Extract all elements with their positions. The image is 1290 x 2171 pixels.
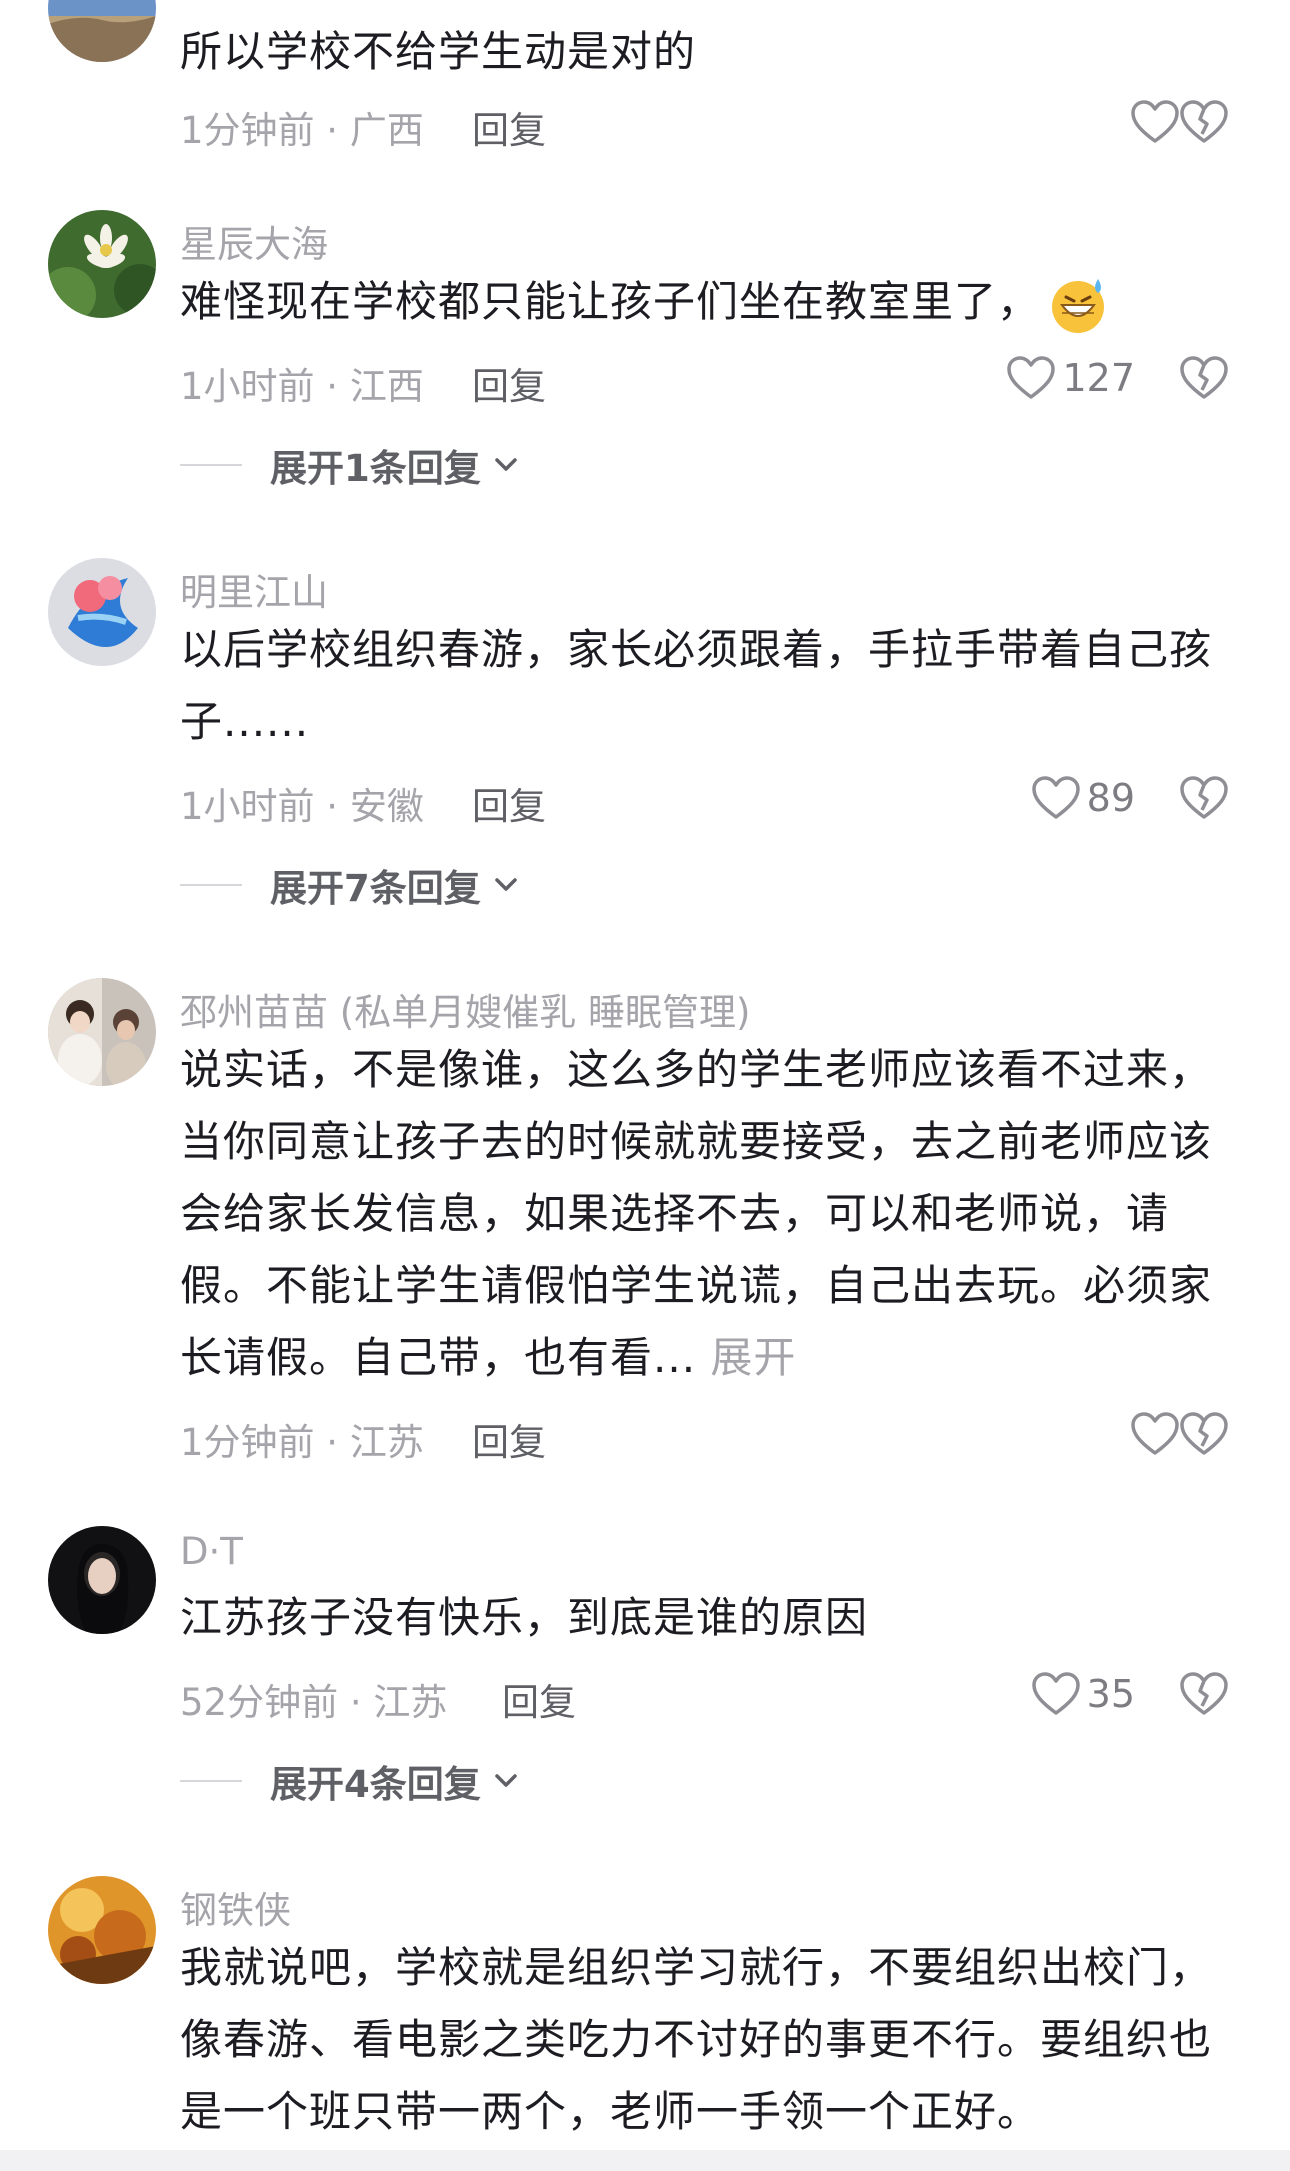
comment-text-body: 难怪现在学校都只能让孩子们坐在教室里了， (180, 277, 1041, 326)
comment-username[interactable]: 明里江山 (180, 562, 328, 616)
comment-text-body: 说实话，不是像谁，这么多的学生老师应该看不过来，当你同意让孩子去的时候就就要接受… (180, 1045, 1213, 1382)
reply-button[interactable]: 回复 (472, 1412, 546, 1466)
comment-username[interactable]: D·T (180, 1530, 243, 1573)
grinning-sweat-emoji (1048, 275, 1108, 335)
chevron-down-icon (495, 878, 517, 891)
broken-heart-icon (1180, 1672, 1228, 1715)
like-count: 127 (1062, 356, 1135, 400)
comment-text: 所以学校不给学生动是对的 (180, 27, 697, 76)
comment-location: 江西 (349, 365, 424, 408)
broken-heart-icon (1180, 776, 1228, 819)
comment-username[interactable]: 邳州苗苗 (私单月嫂催乳 睡眠管理) (180, 982, 750, 1036)
comment-time: 52分钟前 (180, 1681, 339, 1724)
comment-time: 1分钟前 (180, 109, 315, 152)
comment-text: 我就说吧，学校就是组织学习就行，不要组织出校门，像春游、看电影之类吃力不讨好的事… (180, 1943, 1213, 2136)
comment-meta: 52分钟前 · 江苏 (180, 1672, 447, 1726)
bottom-bar (0, 2150, 1290, 2171)
comment-text: 江苏孩子没有快乐，到底是谁的原因 (180, 1593, 869, 1642)
expand-replies-button[interactable]: 展开1条回复 (180, 438, 519, 492)
comment-location: 江苏 (373, 1681, 448, 1724)
heart-outline-icon (1031, 1672, 1080, 1715)
comment-meta: 1分钟前 · 江苏 (180, 1412, 424, 1466)
divider (180, 464, 242, 466)
broken-heart-icon (1180, 356, 1228, 399)
avatar[interactable] (48, 1526, 156, 1634)
heart-outline-icon (1007, 356, 1056, 399)
avatar[interactable] (48, 210, 156, 318)
like-button[interactable]: 35 (975, 1664, 1135, 1724)
expand-replies-label: 展开7条回复 (270, 867, 481, 910)
avatar[interactable] (48, 1876, 156, 1984)
dislike-button[interactable] (1176, 1664, 1232, 1724)
comment-username[interactable]: 星辰大海 (180, 214, 328, 268)
chevron-down-icon (495, 1774, 517, 1787)
comment-meta: 1小时前 · 安徽 (180, 776, 424, 830)
dislike-button[interactable] (1176, 768, 1232, 828)
dislike-button[interactable] (1176, 348, 1232, 408)
reply-button[interactable]: 回复 (472, 356, 546, 410)
comment-time: 1小时前 (180, 785, 315, 828)
dislike-button[interactable] (1176, 92, 1232, 152)
comment-text: 说实话，不是像谁，这么多的学生老师应该看不过来，当你同意让孩子去的时候就就要接受… (180, 1034, 1250, 1394)
dislike-button[interactable] (1176, 1404, 1232, 1464)
like-button[interactable]: 127 (975, 348, 1135, 408)
expand-replies-button[interactable]: 展开4条回复 (180, 1754, 519, 1808)
comment-meta: 1小时前 · 江西 (180, 356, 424, 410)
comment-username[interactable]: 钢铁侠 (180, 1880, 291, 1934)
meta-separator: · (314, 365, 350, 408)
comment-location: 广西 (349, 109, 424, 152)
heart-outline-icon (1031, 776, 1080, 819)
divider (180, 884, 242, 886)
comment-text: 以后学校组织春游，家长必须跟着，手拉手带着自己孩子...... (180, 625, 1213, 746)
comment-time: 1分钟前 (180, 1421, 315, 1464)
expand-replies-label: 展开4条回复 (270, 1763, 481, 1806)
avatar[interactable] (48, 0, 156, 62)
meta-separator: · (314, 1421, 350, 1464)
heart-outline-icon (1131, 100, 1179, 143)
comment-text: 难怪现在学校都只能让孩子们坐在教室里了， (180, 266, 1250, 338)
like-button[interactable] (1040, 1404, 1180, 1464)
broken-heart-icon (1180, 100, 1228, 143)
avatar[interactable] (48, 558, 156, 666)
meta-separator: · (338, 1681, 374, 1724)
expand-replies-button[interactable]: 展开7条回复 (180, 858, 519, 912)
like-button[interactable]: 89 (975, 768, 1135, 828)
comment-location: 安徽 (349, 785, 424, 828)
comment-meta: 1分钟前 · 广西 (180, 100, 424, 154)
like-count: 89 (1086, 776, 1135, 820)
reply-button[interactable]: 回复 (472, 776, 546, 830)
like-button[interactable] (1040, 92, 1180, 152)
meta-separator: · (314, 109, 350, 152)
reply-button[interactable]: 回复 (472, 100, 546, 154)
meta-separator: · (314, 785, 350, 828)
expand-replies-label: 展开1条回复 (270, 447, 481, 490)
chevron-down-icon (495, 458, 517, 471)
divider (180, 1780, 242, 1782)
heart-outline-icon (1131, 1412, 1179, 1455)
like-count: 35 (1086, 1672, 1135, 1716)
reply-button[interactable]: 回复 (502, 1672, 576, 1726)
avatar[interactable] (48, 978, 156, 1086)
read-more-link[interactable]: 展开 (710, 1333, 796, 1382)
comment-time: 1小时前 (180, 365, 315, 408)
broken-heart-icon (1180, 1412, 1228, 1455)
comment-location: 江苏 (349, 1421, 424, 1464)
